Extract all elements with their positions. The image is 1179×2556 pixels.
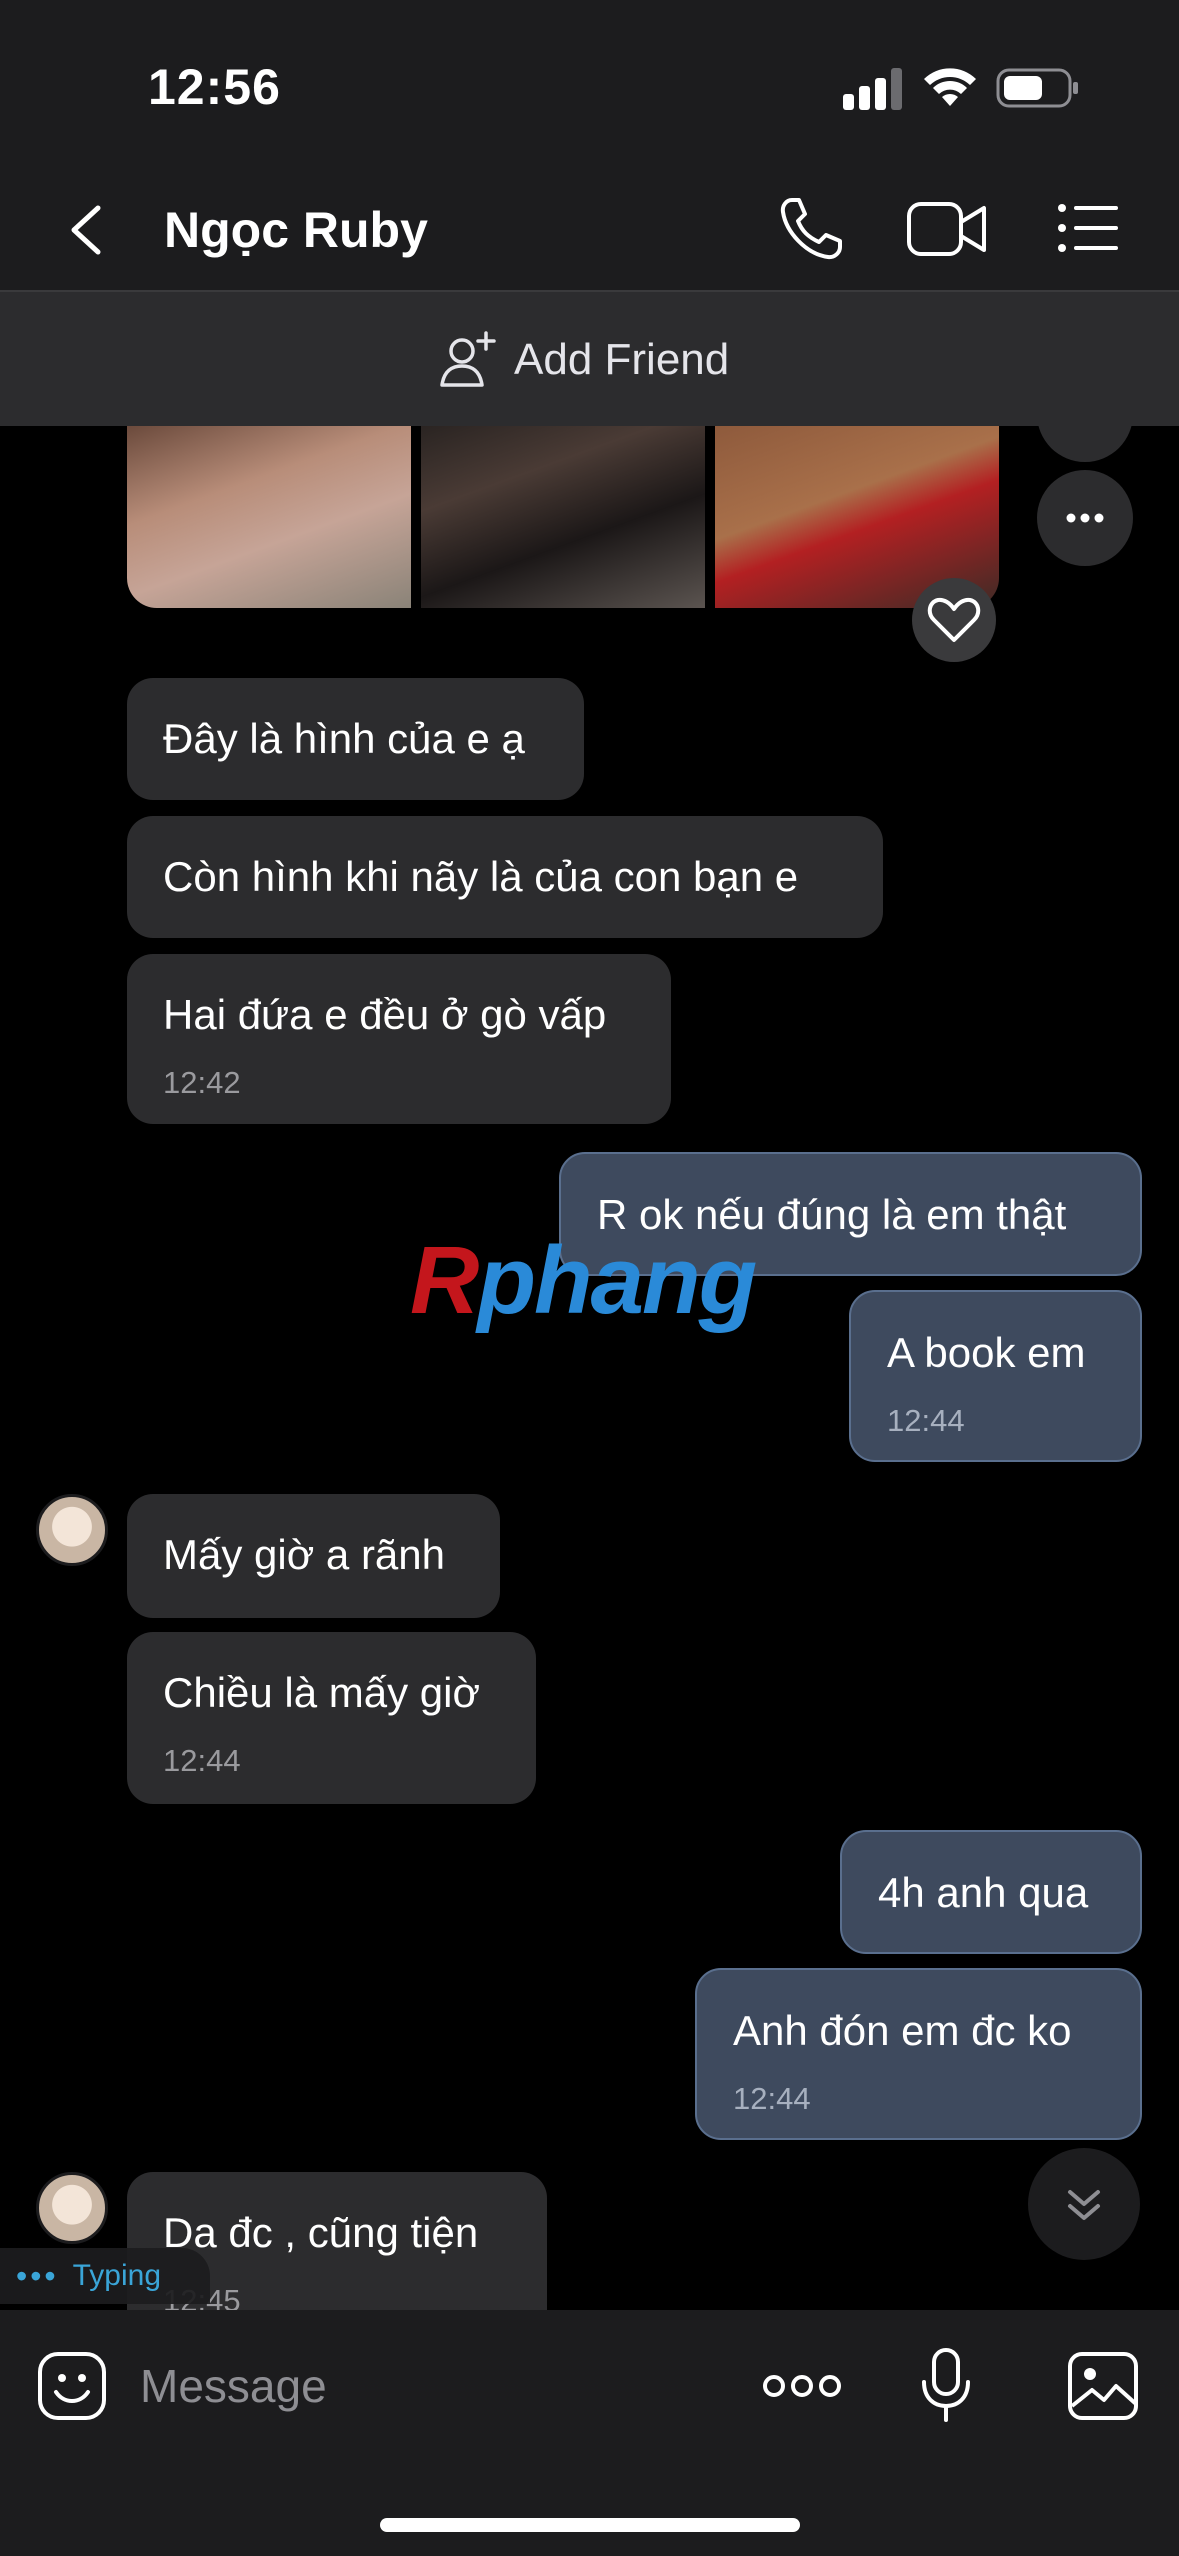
message-bubble-incoming[interactable]: Còn hình khi nãy là của con bạn e <box>127 816 883 938</box>
message-bubble-incoming[interactable]: Đây là hình của e ạ <box>127 678 584 800</box>
message-bubble-outgoing[interactable]: Anh đón em đc ko 12:44 <box>695 1968 1142 2140</box>
chat-header: Ngọc Ruby <box>0 170 1179 292</box>
sticker-emoji-icon[interactable] <box>36 2350 108 2422</box>
wifi-icon <box>924 68 976 106</box>
add-friend-button[interactable]: Add Friend <box>436 328 729 392</box>
message-input[interactable] <box>140 2350 700 2422</box>
typing-label: Typing <box>72 2259 161 2292</box>
add-friend-label: Add Friend <box>514 335 730 384</box>
contact-avatar[interactable] <box>36 1494 108 1566</box>
add-friend-bar: Add Friend <box>0 292 1179 426</box>
message-time: 12:44 <box>733 2081 811 2116</box>
message-composer <box>0 2310 1179 2556</box>
status-time: 12:56 <box>148 59 281 115</box>
message-bubble-incoming[interactable]: Hai đứa e đều ở gò vấp 12:42 <box>127 954 671 1124</box>
shared-photo-1[interactable] <box>127 426 411 608</box>
add-user-icon <box>440 331 496 387</box>
phone-call-icon[interactable] <box>776 194 846 264</box>
home-indicator <box>380 2518 800 2532</box>
message-time: 12:42 <box>163 1065 241 1100</box>
more-options-icon[interactable] <box>760 2366 844 2406</box>
typing-dots-icon: ••• <box>16 2257 59 2294</box>
typing-indicator: ••• Typing <box>0 2248 210 2304</box>
message-time: 12:44 <box>887 1403 965 1438</box>
video-call-icon[interactable] <box>906 196 988 262</box>
chevron-double-down-icon <box>1068 2190 1100 2220</box>
message-time: 12:44 <box>163 1743 241 1778</box>
scroll-to-bottom-button[interactable] <box>1028 2148 1140 2260</box>
message-action-button[interactable] <box>1037 426 1133 462</box>
message-time: 12:45 <box>163 2276 511 2310</box>
message-bubble-outgoing[interactable]: 4h anh qua <box>840 1830 1142 1954</box>
status-bar: 12:56 <box>0 0 1179 170</box>
watermark-logo: Rphang <box>410 1227 757 1334</box>
react-heart-button[interactable] <box>912 578 996 662</box>
chat-messages[interactable]: Đây là hình của e ạ Còn hình khi nãy là … <box>0 426 1179 2310</box>
heart-icon <box>927 597 981 642</box>
more-options-button[interactable] <box>1037 470 1133 566</box>
shared-photo-2[interactable] <box>421 426 705 608</box>
image-gallery-icon[interactable] <box>1066 2350 1140 2422</box>
back-arrow-icon[interactable] <box>60 200 116 260</box>
microphone-icon[interactable] <box>918 2346 974 2426</box>
cellular-signal-icon <box>843 68 902 110</box>
contact-name[interactable]: Ngọc Ruby <box>164 200 428 260</box>
message-bubble-incoming[interactable]: Chiều là mấy giờ 12:44 <box>127 1632 536 1804</box>
contact-avatar[interactable] <box>36 2172 108 2244</box>
more-dots-icon <box>1066 513 1104 523</box>
list-menu-icon[interactable] <box>1056 198 1120 258</box>
message-bubble-incoming[interactable]: Mấy giờ a rãnh <box>127 1494 500 1618</box>
battery-icon <box>996 68 1078 108</box>
message-bubble-outgoing[interactable]: A book em 12:44 <box>849 1290 1142 1462</box>
